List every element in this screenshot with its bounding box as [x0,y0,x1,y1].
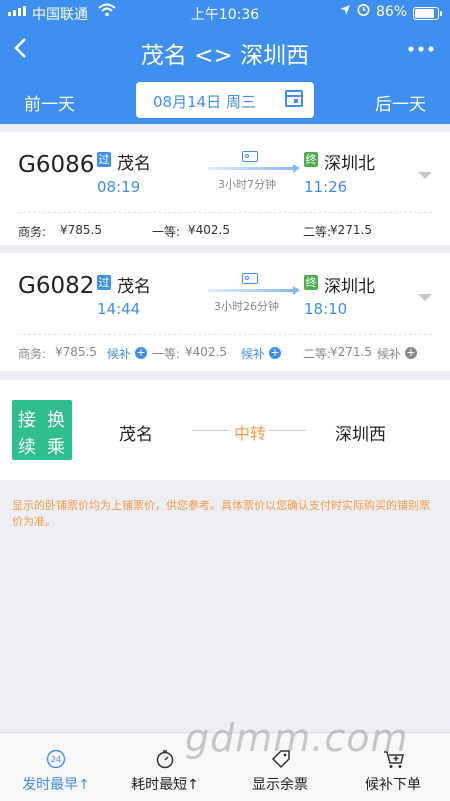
transfer-badge: 接 换 续 乘 [12,400,72,460]
chevron-down-icon[interactable] [418,172,432,179]
seat-first-label: 一等: [152,225,181,239]
waitlist-label[interactable]: 候补 [107,345,131,362]
next-day-button[interactable]: 后一天 [375,90,426,115]
from-station: 茂名 [117,154,151,174]
transfer-line [268,430,306,431]
seat-business-price: ¥785.5 [60,223,102,237]
arrive-time: 18:10 [304,300,348,318]
clock-24-icon: 24 [46,749,66,769]
waitlist-label[interactable]: 候补 [241,345,265,362]
nav-bar: 茂名 <> 深圳西 [0,26,450,76]
direction-arrow [208,164,300,173]
train-card[interactable]: G6086 过 茂名 08:19 3小时7分钟 终 深圳北 11:26 商务: … [0,132,450,245]
tab-label: 发时最早↑ [22,777,90,793]
id-card-icon [242,151,258,162]
seat-business-label: 商务: [18,347,47,361]
seat-second-price: ¥271.5 [330,223,372,237]
seat-second-label: 二等: [303,347,332,361]
depart-time: 14:44 [97,300,141,318]
chevron-down-icon[interactable] [418,294,432,301]
seat-second-price: ¥271.5 [330,345,372,359]
header: 中国联通 上午10:36 86% 茂名 <> 深圳西 前一天 08月14日 周三… [0,0,450,124]
divider [18,334,432,335]
train-card[interactable]: G6082 过 茂名 14:44 3小时26分钟 终 深圳北 18:10 商务:… [0,253,450,371]
arrive-time: 11:26 [304,178,348,196]
transfer-card[interactable]: 接 换 续 乘 茂名 中转 深圳西 [0,380,450,480]
clock-badge-text: 24 [51,755,61,764]
alarm-clock-icon [356,2,371,21]
badge-char: 接 [18,410,36,431]
transfer-from: 茂名 [119,425,153,445]
calendar-icon [285,90,303,107]
date-selector[interactable]: 08月14日 周三 [136,82,314,118]
seat-first-price: ¥402.5 [188,223,230,237]
seat-first-label: 一等: [152,347,181,361]
seat-first-price: ¥402.5 [185,345,227,359]
badge-char: 换 [47,410,65,431]
add-waitlist-icon[interactable]: + [135,347,147,359]
add-waitlist-icon[interactable]: + [269,347,281,359]
tab-label: 候补下单 [365,777,421,793]
more-options-icon[interactable] [408,34,434,59]
transfer-via: 中转 [234,424,267,443]
divider [18,212,432,213]
transfer-line [192,430,230,431]
seat-business-price: ¥785.5 [55,345,97,359]
battery-icon [413,7,442,20]
watermark: gdmm.com [185,716,409,760]
badge-char: 续 [18,437,36,458]
add-waitlist-icon[interactable]: + [405,347,417,359]
badge-char: 乘 [47,437,65,458]
battery-percent: 86% [376,4,408,20]
page-title: 茂名 <> 深圳西 [140,43,310,69]
tab-label: 显示余票 [252,777,308,793]
prev-day-button[interactable]: 前一天 [24,90,75,115]
id-card-icon [242,273,258,284]
seat-business-label: 商务: [18,225,47,239]
pass-tag: 过 [97,152,111,167]
tab-label: 耗时最短↑ [131,777,199,793]
pass-tag: 过 [97,275,111,290]
duration: 3小时26分钟 [214,300,279,313]
direction-arrow [208,286,300,295]
train-number: G6086 [18,152,95,178]
tab-depart-earliest[interactable]: 24 发时最早↑ [0,733,112,801]
from-station: 茂名 [117,277,151,297]
selected-date: 08月14日 周三 [153,93,256,111]
depart-time: 08:19 [97,178,141,196]
status-bar: 中国联通 上午10:36 86% [0,0,450,26]
terminal-tag: 终 [304,152,318,167]
duration: 3小时7分钟 [218,178,276,191]
fare-notice: 显示的卧铺票价均为上铺票价，供您参考。具体票价以您确认支付时实际购买的铺别票价为… [12,499,430,528]
location-arrow-icon [339,4,351,19]
seat-second-label: 二等: [303,225,332,239]
stopwatch-icon [155,749,175,769]
to-station: 深圳北 [324,154,375,174]
train-number: G6082 [18,273,95,299]
transfer-to: 深圳西 [335,425,386,445]
terminal-tag: 终 [304,275,318,290]
to-station: 深圳北 [324,277,375,297]
waitlist-label[interactable]: 候补 [377,345,401,362]
